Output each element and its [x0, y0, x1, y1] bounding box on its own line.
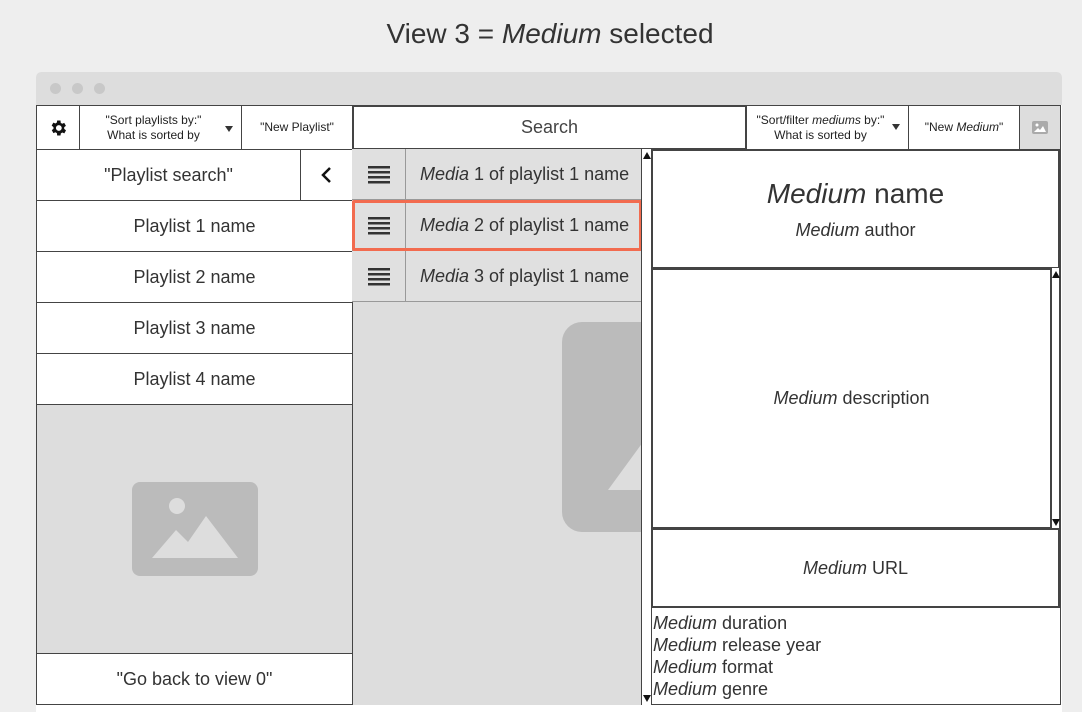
medium-name: Medium name	[766, 177, 945, 209]
description-text: Medium description	[773, 388, 930, 408]
search-input[interactable]: Search	[352, 105, 747, 150]
medium-url[interactable]: Medium URL	[651, 528, 1060, 608]
selection-highlight	[352, 200, 642, 251]
new-medium-label: "New Medium"	[924, 120, 1004, 134]
medium-header: Medium name Medium author	[651, 149, 1060, 269]
arrow-down-icon[interactable]	[643, 695, 651, 702]
new-medium-button[interactable]: "New Medium"	[908, 105, 1020, 150]
page-title: View 3 = Medium selected	[0, 18, 1082, 50]
playlist-search-placeholder: "Playlist search"	[104, 164, 233, 185]
image-icon	[562, 322, 642, 532]
sort-mediums-label: "Sort/filter mediums by:"	[756, 112, 885, 127]
list-item-media-3[interactable]: Media 3 of playlist 1 name	[352, 251, 642, 302]
window-dot-close[interactable]	[50, 83, 61, 94]
sidebar-item-playlist-3[interactable]: Playlist 3 name	[36, 302, 353, 354]
settings-button[interactable]	[36, 105, 80, 150]
new-playlist-label: "New Playlist"	[260, 120, 334, 134]
gear-icon	[51, 120, 66, 135]
playlist-image-placeholder	[36, 404, 353, 654]
title-emphasis: Medium	[501, 18, 602, 49]
image-icon	[1032, 121, 1048, 134]
title-prefix: View 3 =	[386, 18, 502, 49]
playlist-search-input[interactable]: "Playlist search"	[36, 149, 301, 201]
arrow-up-icon[interactable]	[643, 152, 651, 159]
go-back-view0-button[interactable]: "Go back to view 0"	[36, 653, 353, 705]
description-scrollbar[interactable]	[1051, 268, 1060, 529]
medium-metadata: Medium duration Medium release year Medi…	[653, 612, 1053, 700]
drag-handle[interactable]	[352, 149, 406, 200]
chevron-down-icon	[892, 124, 900, 130]
media-label: Media 3 of playlist 1 name	[420, 266, 630, 286]
window-titlebar	[36, 72, 1062, 105]
window-dot-minimize[interactable]	[72, 83, 83, 94]
medium-format: Medium format	[653, 657, 774, 677]
sidebar-item-playlist-4[interactable]: Playlist 4 name	[36, 353, 353, 405]
playlist-label: Playlist 4 name	[133, 368, 256, 389]
back-button[interactable]	[300, 149, 353, 201]
medium-release-year: Medium release year	[653, 635, 822, 655]
chevron-left-icon	[320, 167, 331, 183]
sort-playlists-value: What is sorted by	[107, 127, 200, 142]
chevron-down-icon	[225, 126, 233, 132]
playlist-label: Playlist 2 name	[133, 266, 256, 287]
menu-icon	[367, 165, 390, 183]
sort-playlists-select[interactable]: "Sort playlists by:" What is sorted by	[79, 105, 242, 150]
image-icon	[131, 482, 258, 576]
drag-handle[interactable]	[352, 251, 406, 302]
app-window: "Sort playlists by:" What is sorted by "…	[36, 72, 1062, 712]
url-text: Medium URL	[802, 557, 909, 578]
sort-mediums-select[interactable]: "Sort/filter mediums by:" What is sorted…	[746, 105, 909, 150]
medium-author: Medium author	[795, 219, 916, 240]
new-playlist-button[interactable]: "New Playlist"	[241, 105, 353, 150]
playlist-label: Playlist 1 name	[133, 215, 256, 236]
image-button[interactable]	[1019, 105, 1061, 150]
playlist-label: Playlist 3 name	[133, 317, 256, 338]
medium-description: Medium description	[651, 268, 1052, 529]
medium-genre: Medium genre	[653, 679, 769, 699]
title-suffix: selected	[601, 18, 714, 49]
sort-mediums-value: What is sorted by	[774, 127, 867, 142]
arrow-up-icon[interactable]	[1052, 271, 1060, 278]
list-item-media-1[interactable]: Media 1 of playlist 1 name	[352, 149, 642, 200]
medium-duration: Medium duration	[653, 613, 788, 633]
media-label: Media 1 of playlist 1 name	[420, 164, 630, 184]
arrow-down-icon[interactable]	[1052, 519, 1060, 526]
sidebar-item-playlist-1[interactable]: Playlist 1 name	[36, 200, 353, 252]
menu-icon	[367, 267, 390, 285]
sidebar-item-playlist-2[interactable]: Playlist 2 name	[36, 251, 353, 303]
sort-playlists-label: "Sort playlists by:"	[105, 112, 202, 127]
window-dot-maximize[interactable]	[94, 83, 105, 94]
go-back-label: "Go back to view 0"	[116, 668, 273, 689]
search-placeholder: Search	[520, 117, 579, 137]
